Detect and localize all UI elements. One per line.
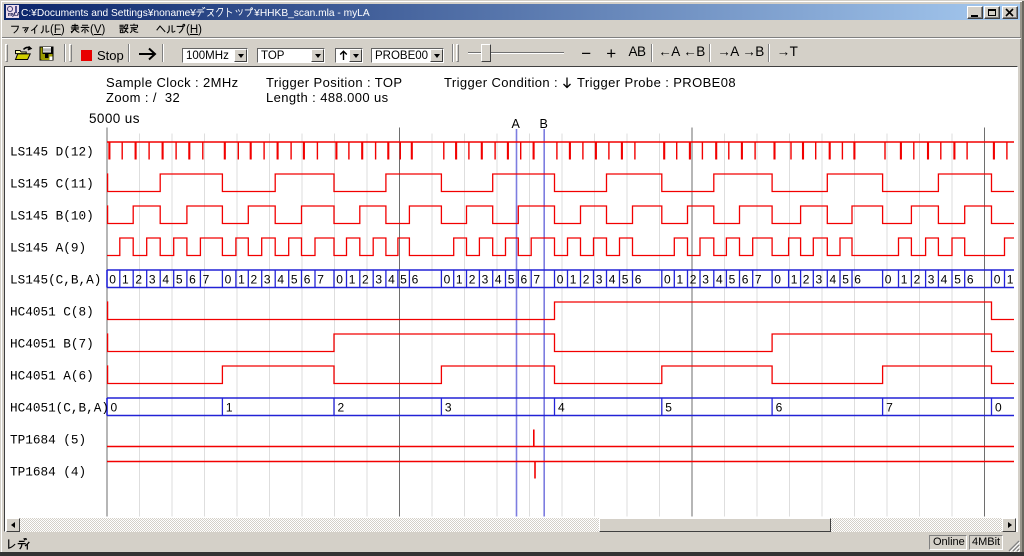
svg-text:3: 3 (149, 273, 156, 287)
svg-text:1: 1 (349, 273, 356, 287)
svg-text:6: 6 (412, 273, 419, 287)
svg-text:4: 4 (941, 273, 948, 287)
svg-text:1: 1 (570, 273, 577, 287)
svg-text:5000 us: 5000 us (89, 111, 140, 126)
svg-text:0: 0 (774, 273, 781, 287)
svg-text:0: 0 (109, 273, 116, 287)
svg-text:4: 4 (609, 273, 616, 287)
svg-text:1: 1 (791, 273, 798, 287)
svg-text:2: 2 (135, 273, 142, 287)
svg-text:2: 2 (338, 401, 345, 415)
svg-text:5: 5 (842, 273, 849, 287)
svg-text:TP1684 (5): TP1684 (5) (10, 433, 86, 448)
svg-text:4: 4 (830, 273, 837, 287)
svg-text:2: 2 (362, 273, 369, 287)
svg-text:5: 5 (176, 273, 183, 287)
svg-text:0: 0 (444, 273, 451, 287)
svg-text:7: 7 (203, 273, 210, 287)
svg-text:6: 6 (854, 273, 861, 287)
svg-text:LS145(C,B,A): LS145(C,B,A) (10, 273, 101, 288)
svg-text:7: 7 (886, 401, 893, 415)
svg-text:HC4051 A(6): HC4051 A(6) (10, 369, 94, 384)
svg-text:B: B (540, 117, 548, 131)
svg-text:3: 3 (928, 273, 935, 287)
svg-text:0: 0 (994, 273, 1001, 287)
svg-text:1: 1 (226, 401, 233, 415)
svg-text:4: 4 (162, 273, 169, 287)
svg-text:1: 1 (677, 273, 684, 287)
svg-text:4: 4 (388, 273, 395, 287)
svg-text:2: 2 (803, 273, 810, 287)
svg-text:2: 2 (469, 273, 476, 287)
svg-text:6: 6 (635, 273, 642, 287)
svg-text:A: A (512, 117, 521, 131)
svg-text:7: 7 (755, 273, 762, 287)
svg-text:LS145 B(10): LS145 B(10) (10, 209, 94, 224)
svg-text:2: 2 (690, 273, 697, 287)
svg-text:5: 5 (622, 273, 629, 287)
svg-text:5: 5 (400, 273, 407, 287)
svg-text:1: 1 (456, 273, 463, 287)
svg-text:0: 0 (995, 401, 1002, 415)
svg-text:0: 0 (557, 273, 564, 287)
svg-text:7: 7 (533, 273, 540, 287)
svg-text:2: 2 (583, 273, 590, 287)
svg-text:5: 5 (291, 273, 298, 287)
svg-text:0: 0 (225, 273, 232, 287)
svg-text:3: 3 (445, 401, 452, 415)
svg-text:3: 3 (816, 273, 823, 287)
svg-text:1: 1 (238, 273, 245, 287)
svg-text:HC4051(C,B,A): HC4051(C,B,A) (10, 401, 109, 416)
svg-text:TP1684 (4): TP1684 (4) (10, 465, 86, 480)
svg-text:HC4051 B(7): HC4051 B(7) (10, 337, 94, 352)
svg-text:6: 6 (967, 273, 974, 287)
svg-text:7: 7 (317, 273, 324, 287)
svg-text:5: 5 (508, 273, 515, 287)
svg-text:HC4051 C(8): HC4051 C(8) (10, 305, 94, 320)
svg-text:1: 1 (122, 273, 129, 287)
svg-text:LS145 C(11): LS145 C(11) (10, 177, 94, 192)
svg-text:3: 3 (702, 273, 709, 287)
svg-text:4: 4 (277, 273, 284, 287)
svg-text:5: 5 (665, 401, 672, 415)
svg-text:3: 3 (264, 273, 271, 287)
svg-text:5: 5 (954, 273, 961, 287)
svg-text:5: 5 (729, 273, 736, 287)
svg-text:4: 4 (495, 273, 502, 287)
svg-text:6: 6 (742, 273, 749, 287)
svg-text:2: 2 (251, 273, 258, 287)
svg-text:4: 4 (716, 273, 723, 287)
svg-text:1: 1 (1007, 273, 1014, 287)
svg-text:1: 1 (901, 273, 908, 287)
svg-text:0: 0 (336, 273, 343, 287)
svg-text:LS145 D(12): LS145 D(12) (10, 145, 94, 160)
svg-text:6: 6 (304, 273, 311, 287)
svg-text:6: 6 (189, 273, 196, 287)
svg-text:0: 0 (885, 273, 892, 287)
svg-text:6: 6 (776, 401, 783, 415)
svg-text:3: 3 (375, 273, 382, 287)
svg-text:3: 3 (596, 273, 603, 287)
svg-text:0: 0 (664, 273, 671, 287)
svg-text:LS145 A(9): LS145 A(9) (10, 241, 86, 256)
svg-text:0: 0 (111, 401, 118, 415)
svg-text:3: 3 (482, 273, 489, 287)
svg-text:6: 6 (521, 273, 528, 287)
svg-text:2: 2 (914, 273, 921, 287)
svg-text:4: 4 (558, 401, 565, 415)
